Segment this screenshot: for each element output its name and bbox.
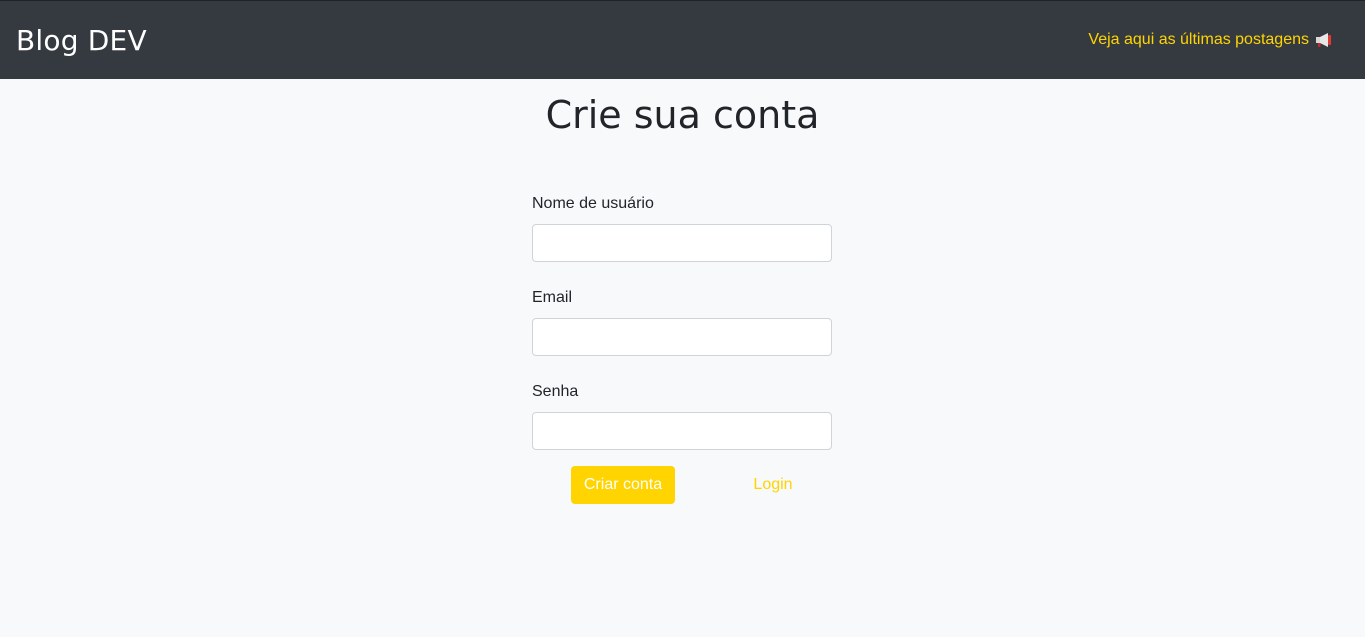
password-input[interactable]: [532, 412, 832, 450]
signup-form: Nome de usuário Email Senha Criar conta …: [532, 192, 832, 504]
page-title: Crie sua conta: [545, 93, 820, 137]
latest-posts-link[interactable]: Veja aqui as últimas postagens: [1088, 31, 1333, 49]
username-label: Nome de usuário: [532, 195, 654, 212]
latest-posts-label: Veja aqui as últimas postagens: [1088, 31, 1309, 48]
email-label: Email: [532, 289, 573, 306]
megaphone-icon: [1316, 33, 1331, 47]
email-input[interactable]: [532, 318, 832, 356]
brand-logo[interactable]: Blog DEV: [16, 24, 147, 57]
username-input[interactable]: [532, 224, 832, 262]
create-account-button[interactable]: Criar conta: [571, 466, 675, 504]
login-link[interactable]: Login: [737, 466, 809, 504]
form-actions: Criar conta Login: [532, 466, 832, 504]
password-label: Senha: [532, 383, 579, 400]
navbar: Blog DEV Veja aqui as últimas postagens: [0, 0, 1365, 79]
